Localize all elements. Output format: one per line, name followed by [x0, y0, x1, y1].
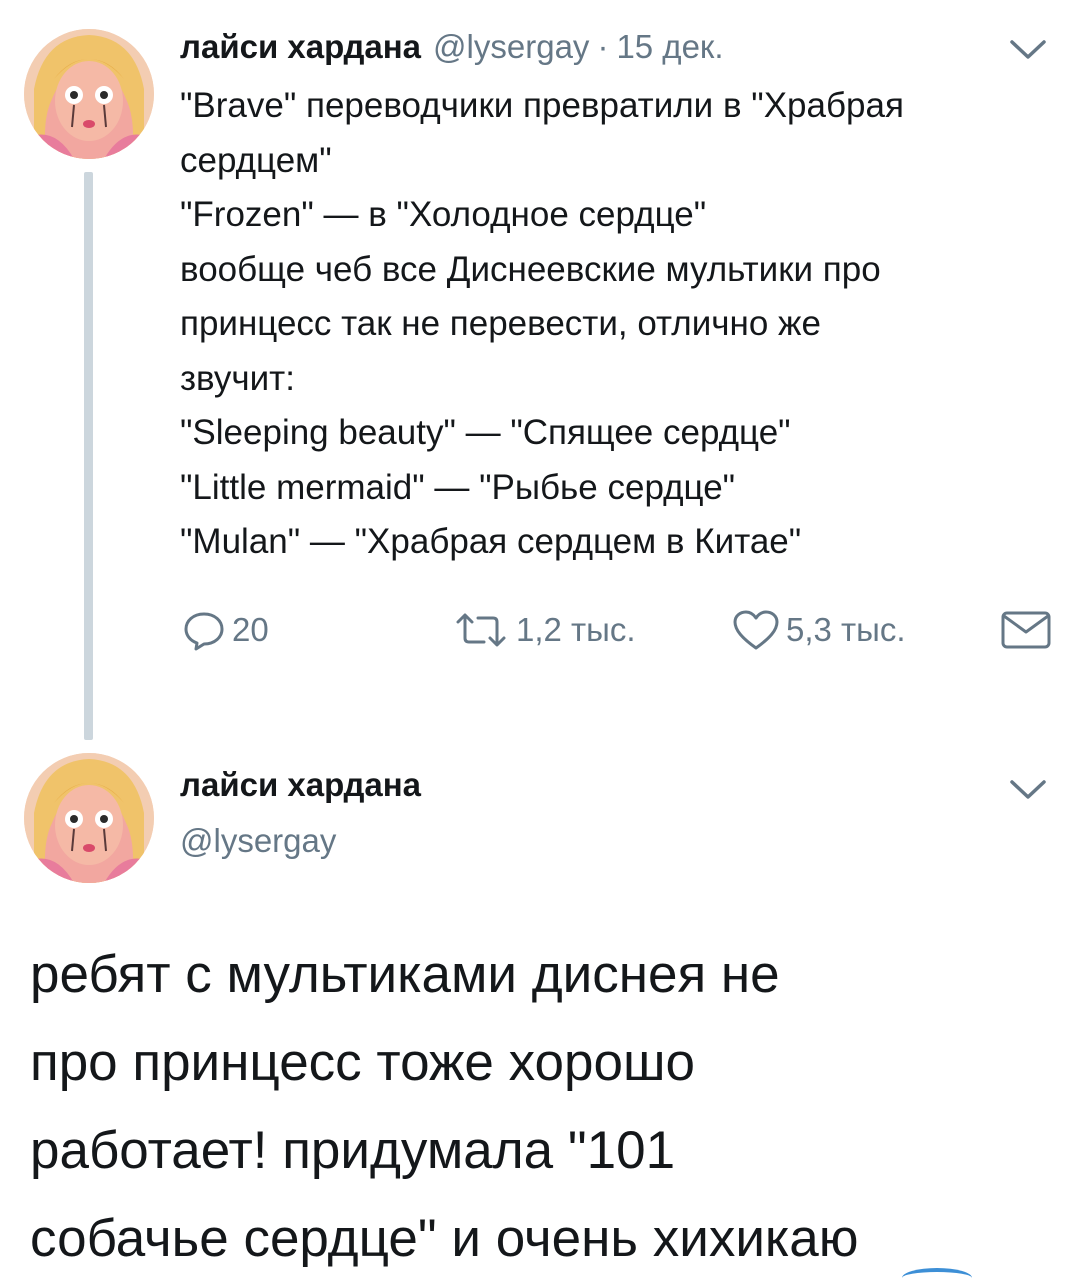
avatar[interactable]: [24, 753, 154, 883]
author-name[interactable]: лайси хардана: [180, 28, 421, 66]
avatar[interactable]: [24, 29, 154, 159]
direct-message-button[interactable]: [1000, 600, 1052, 660]
scroll-indicator: [902, 1268, 972, 1288]
tweet-text-line: "Little mermaid" — "Рыбье сердце": [180, 467, 736, 507]
reply-icon: [184, 612, 224, 651]
tweet-text-line: принцесс так не перевести, отлично же: [180, 304, 821, 343]
tweet-header: лайси хардана @lysergay · 15 дек.: [180, 28, 724, 74]
author-handle[interactable]: @lysergay: [180, 822, 336, 860]
like-button[interactable]: 5,3 тыс.: [732, 600, 906, 660]
tweet-text-line: "Brave" переводчики превратили в "Храбра…: [180, 86, 904, 125]
tweet-text-line: "Sleeping beauty" — "Спящее сердце": [180, 413, 791, 452]
tweet-date[interactable]: 15 дек.: [616, 28, 723, 66]
like-count: 5,3 тыс.: [786, 611, 906, 648]
thread-connector: [84, 172, 93, 740]
retweet-button[interactable]: 1,2 тыс.: [452, 600, 636, 660]
heart-icon: [733, 610, 779, 650]
tweet-text-line: сердцем": [180, 140, 332, 180]
tweet-text-line: вообще чеб все Диснеевские мультики про: [180, 249, 881, 289]
tweet-text-line: про принцесс тоже хорошо: [30, 1033, 695, 1092]
avatar-image: [24, 29, 154, 159]
author-handle[interactable]: @lysergay: [433, 28, 589, 66]
tweet-text-line: "Frozen" — в "Холодное сердце": [180, 195, 707, 234]
retweet-count: 1,2 тыс.: [516, 611, 636, 648]
reply-count: 20: [232, 611, 269, 648]
chevron-down-icon[interactable]: [1009, 778, 1047, 802]
tweet-text-line: работает! придумала "101: [30, 1121, 676, 1180]
avatar-image: [24, 753, 154, 883]
separator-dot: ·: [597, 28, 609, 65]
tweet-text-line: "Mulan" — "Храбрая сердцем в Китае": [180, 522, 802, 561]
tweet-text-line: звучит:: [180, 358, 295, 398]
envelope-icon: [1001, 611, 1051, 649]
retweet-icon: [456, 613, 506, 647]
reply-button[interactable]: 20: [182, 600, 269, 660]
author-name[interactable]: лайси хардана: [180, 766, 421, 804]
tweet-text: ребят с мультиками диснея не про принцес…: [30, 931, 1070, 1283]
tweet-text: "Brave" переводчики превратили в "Храбра…: [180, 79, 1060, 570]
tweet-text-line: ребят с мультиками диснея не: [30, 945, 780, 1004]
tweet-actions: 20 1,2 тыс. 5,3 тыс.: [180, 600, 1060, 660]
chevron-down-icon[interactable]: [1009, 38, 1047, 62]
